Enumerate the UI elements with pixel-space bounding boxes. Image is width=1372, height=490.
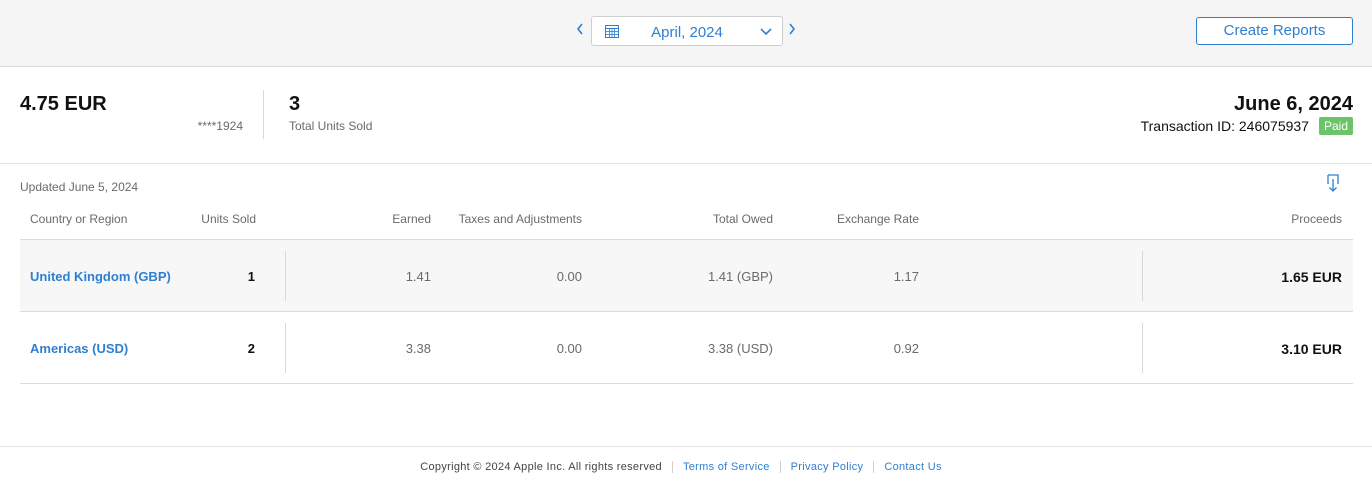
exchange-rate-value: 0.92 — [893, 341, 919, 356]
updated-date: Updated June 5, 2024 — [20, 180, 139, 194]
create-reports-button[interactable]: Create Reports — [1196, 17, 1353, 45]
contact-us-link[interactable]: Contact Us — [873, 461, 951, 473]
terms-of-service-link[interactable]: Terms of Service — [671, 461, 780, 473]
month-label: April, 2024 — [651, 24, 723, 41]
total-amount: 4.75 EUR — [20, 93, 107, 115]
column-divider — [1142, 323, 1143, 373]
exchange-rate-value: 1.17 — [893, 269, 919, 284]
column-header-proceeds: Proceeds — [1291, 212, 1342, 226]
footer: Copyright © 2024 Apple Inc. All rights r… — [0, 446, 1372, 490]
payment-date: June 6, 2024 — [1234, 93, 1353, 115]
privacy-policy-link[interactable]: Privacy Policy — [779, 461, 874, 473]
payment-summary: 4.75 EUR ****1924 3 Total Units Sold Jun… — [0, 67, 1372, 164]
table-row: Americas (USD) 2 3.38 0.00 3.38 (USD) 0.… — [20, 312, 1353, 384]
table-row: United Kingdom (GBP) 1 1.41 0.00 1.41 (G… — [20, 240, 1353, 312]
column-header-total-owed: Total Owed — [712, 212, 773, 226]
total-owed-value: 1.41 (GBP) — [707, 269, 773, 284]
proceeds-value: 1.65 EUR — [1281, 269, 1342, 285]
column-divider — [1142, 251, 1143, 301]
taxes-value: 0.00 — [556, 269, 582, 284]
column-header-earned: Earned — [392, 212, 431, 226]
earned-value: 3.38 — [405, 341, 431, 356]
chevron-down-icon — [760, 28, 772, 36]
region-link[interactable]: United Kingdom (GBP) — [30, 269, 171, 284]
taxes-value: 0.00 — [556, 341, 582, 356]
column-header-exchange-rate: Exchange Rate — [836, 212, 919, 226]
total-owed-value: 3.38 (USD) — [707, 341, 773, 356]
footer-links: Copyright © 2024 Apple Inc. All rights r… — [0, 461, 1372, 473]
summary-divider — [263, 90, 264, 139]
proceeds-value: 3.10 EUR — [1281, 341, 1342, 357]
column-divider — [285, 323, 286, 373]
column-header-region: Country or Region — [30, 212, 128, 226]
total-units-label: Total Units Sold — [289, 119, 373, 133]
column-divider — [285, 251, 286, 301]
chevron-right-icon[interactable] — [784, 20, 800, 40]
column-header-units: Units Sold — [201, 212, 256, 226]
download-icon[interactable] — [1325, 174, 1343, 194]
units-sold: 1 — [247, 269, 255, 284]
status-badge: Paid — [1318, 117, 1353, 135]
chevron-left-icon-shape — [576, 23, 583, 35]
month-picker[interactable]: April, 2024 — [591, 16, 783, 46]
total-units-count: 3 — [289, 93, 301, 115]
chevron-right-icon-shape — [789, 23, 796, 35]
top-toolbar: April, 2024 Create Reports — [0, 0, 1372, 67]
region-link[interactable]: Americas (USD) — [30, 341, 128, 356]
earned-value: 1.41 — [405, 269, 431, 284]
account-number: ****1924 — [197, 119, 243, 133]
units-sold: 2 — [247, 341, 255, 356]
chevron-left-icon[interactable] — [572, 20, 588, 40]
transaction-id: Transaction ID: 246075937 — [1140, 118, 1309, 134]
column-header-taxes: Taxes and Adjustments — [458, 212, 582, 226]
copyright-text: Copyright © 2024 Apple Inc. All rights r… — [420, 461, 662, 473]
transaction-row: Transaction ID: 246075937 Paid — [1141, 117, 1353, 135]
